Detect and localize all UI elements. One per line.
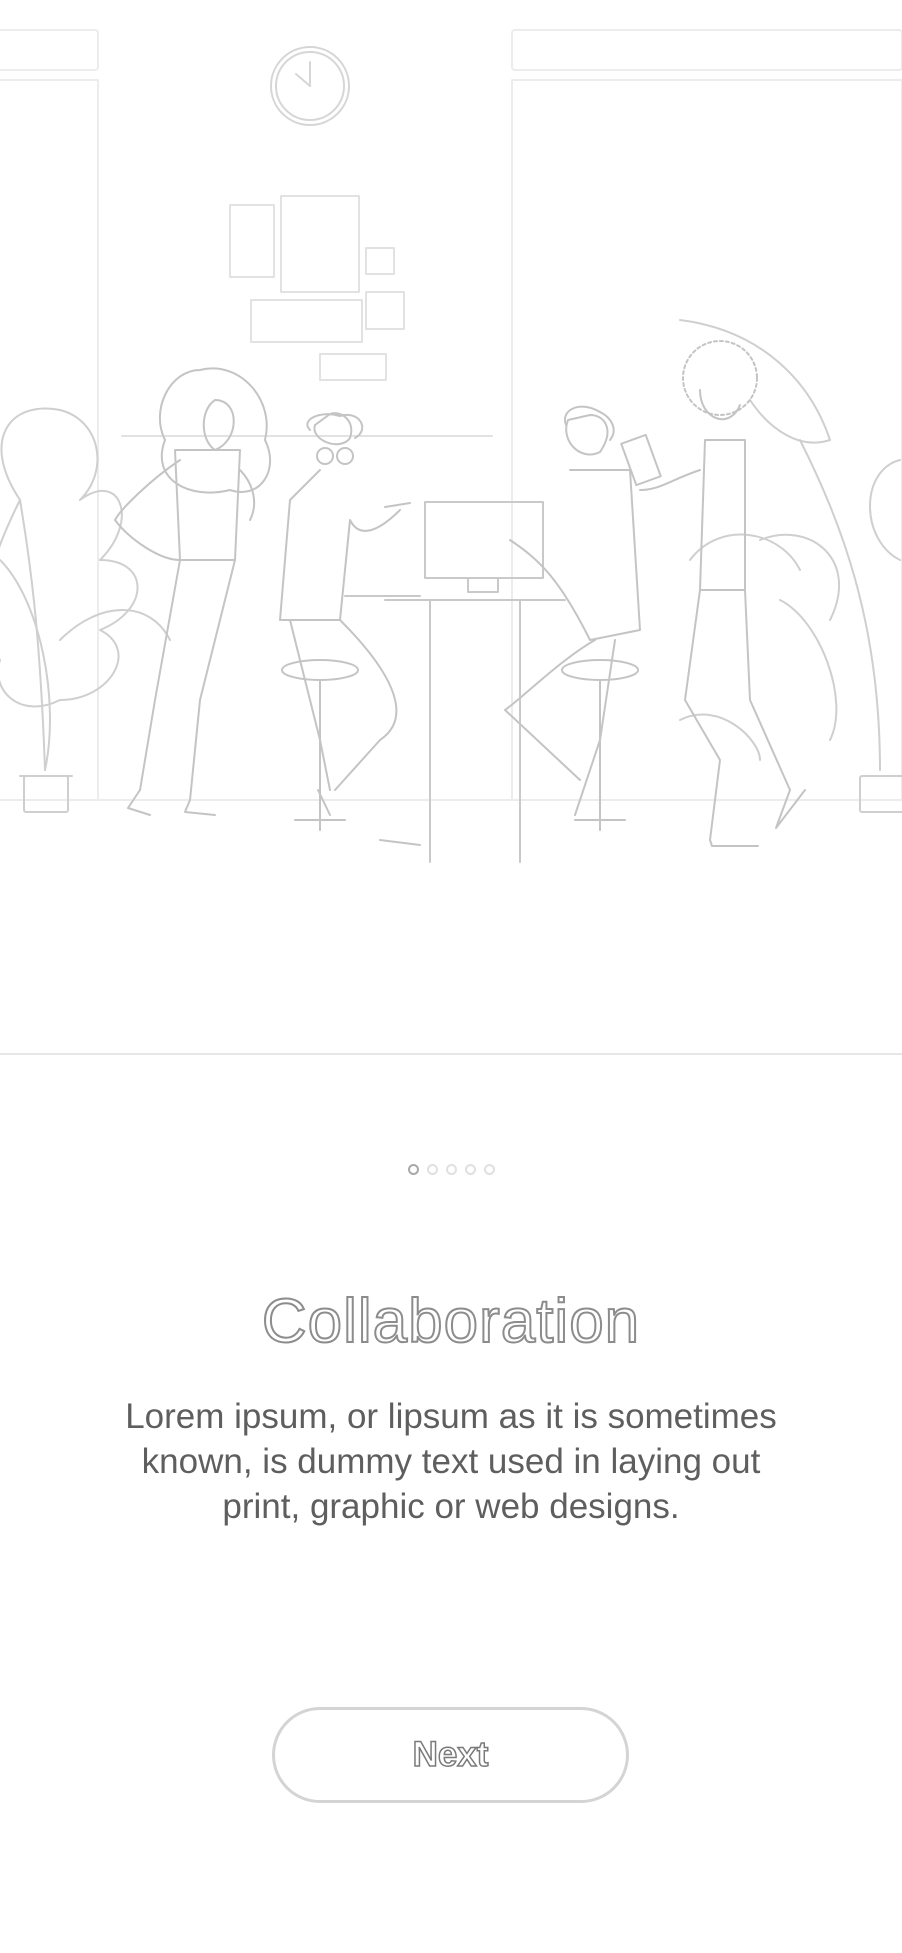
standing-man [620, 340, 806, 847]
man-with-glasses [279, 412, 421, 846]
next-button[interactable]: Next [272, 1707, 629, 1803]
page-description: Lorem ipsum, or lipsum as it is sometime… [125, 1397, 777, 1526]
team-collaboration-illustration [0, 0, 902, 1054]
wall-panels [0, 29, 902, 801]
wall-frames [121, 195, 493, 437]
pagination-dot-2[interactable] [426, 1164, 438, 1175]
pagination-dots [0, 1164, 902, 1175]
pagination-dot-5[interactable] [483, 1164, 495, 1175]
plant-left [0, 407, 171, 813]
seated-man [504, 405, 641, 831]
page-title: Collaboration [261, 1286, 641, 1357]
plant-right [679, 319, 902, 813]
pagination-dot-1[interactable] [407, 1164, 419, 1175]
clock-icon [270, 46, 350, 126]
section-divider [0, 1053, 902, 1055]
pagination-dot-4[interactable] [464, 1164, 476, 1175]
pagination-dot-3[interactable] [445, 1164, 457, 1175]
